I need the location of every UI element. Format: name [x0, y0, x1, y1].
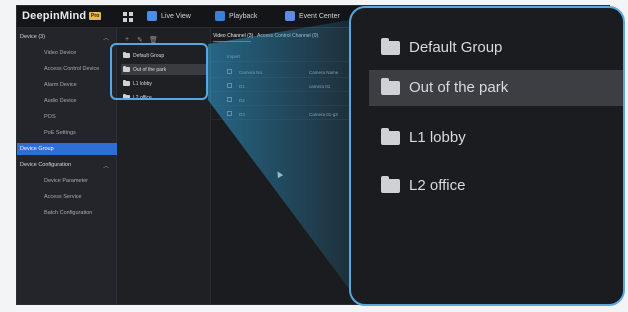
callout-group-l1-lobby[interactable]: L1 lobby — [371, 120, 617, 156]
screenshot-frame: DeepinMind Pro Live View Playback Event … — [0, 0, 628, 312]
callout-group-out-of-the-park[interactable]: Out of the park — [369, 70, 623, 106]
callout-group-default-group[interactable]: Default Group — [371, 30, 617, 66]
folder-icon — [381, 128, 400, 145]
callout-group-l2-office[interactable]: L2 office — [371, 168, 617, 204]
folder-icon — [381, 176, 400, 193]
folder-icon — [381, 78, 400, 95]
folder-icon — [381, 38, 400, 55]
zoom-callout: Default Group Out of the park L1 lobby L… — [349, 6, 625, 306]
